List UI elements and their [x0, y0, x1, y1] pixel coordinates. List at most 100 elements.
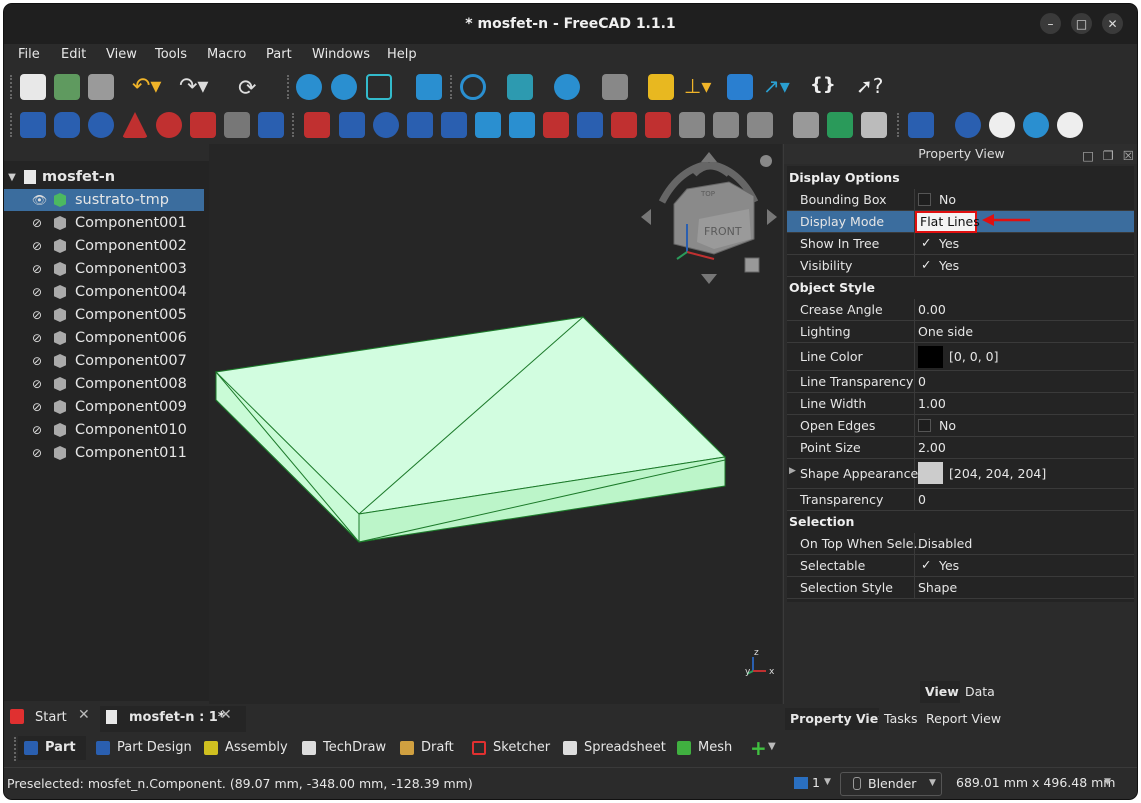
prop-line-color[interactable]: Line Color [0, 0, 0] [787, 343, 1134, 371]
hidden-eye-icon[interactable]: ⊘ [32, 354, 46, 368]
tree-item[interactable]: 👁 sustrato-tmp [4, 189, 204, 211]
tree-item[interactable]: ⊘ Component002 [4, 235, 204, 257]
box-icon[interactable] [20, 112, 46, 138]
view-menu-cube-icon[interactable] [744, 257, 760, 273]
tree-root[interactable]: ▼ mosfet-n [4, 166, 204, 188]
prop-display-mode[interactable]: Display Mode Flat Lines [787, 211, 1134, 233]
tab-tasks[interactable]: Tasks [879, 708, 923, 730]
line-color-swatch[interactable] [918, 346, 943, 368]
group-object-style[interactable]: Object Style [787, 277, 1134, 299]
hidden-eye-icon[interactable]: ⊘ [32, 377, 46, 391]
hidden-eye-icon[interactable]: ⊘ [32, 423, 46, 437]
hidden-eye-icon[interactable]: ⊘ [32, 262, 46, 276]
save-icon[interactable] [88, 74, 114, 100]
tab-data[interactable]: Data [960, 681, 1000, 703]
visible-eye-icon[interactable]: 👁 [32, 193, 47, 207]
tree-item[interactable]: ⊘ Component003 [4, 258, 204, 280]
workbench-spreadsheet[interactable]: Spreadsheet [557, 736, 666, 760]
group-icon[interactable] [727, 74, 753, 100]
hidden-eye-icon[interactable]: ⊘ [32, 400, 46, 414]
measure-distance-icon[interactable] [602, 74, 628, 100]
workbench-assembly[interactable]: Assembly [198, 736, 288, 760]
toolbar-grip[interactable] [450, 75, 454, 99]
group-selection[interactable]: Selection [787, 511, 1134, 533]
shape-builder-icon[interactable] [258, 112, 284, 138]
prop-line-width[interactable]: Line Width 1.00 [787, 393, 1134, 415]
fit-selection-icon[interactable] [331, 74, 357, 100]
navigation-style-select[interactable]: Blender ▼ [840, 772, 942, 796]
cross-section-icon[interactable] [645, 112, 671, 138]
toolbar-grip[interactable] [292, 113, 296, 137]
shape-from-mesh-icon[interactable] [793, 112, 819, 138]
close-button[interactable]: ✕ [1102, 13, 1123, 34]
macro-icon[interactable]: {} [810, 74, 836, 100]
units-dropdown-icon[interactable]: ▼ [1104, 777, 1111, 787]
offset-icon[interactable] [679, 112, 705, 138]
close-panel-icon[interactable]: ☒ [1123, 146, 1134, 166]
prop-line-transparency[interactable]: Line Transparency 0 [787, 371, 1134, 393]
menu-part[interactable]: Part [266, 47, 292, 62]
workbench-techdraw[interactable]: TechDraw [296, 736, 386, 760]
hidden-eye-icon[interactable]: ⊘ [32, 308, 46, 322]
shape-color-swatch[interactable] [918, 462, 943, 484]
tree-item[interactable]: ⊘ Component007 [4, 350, 204, 372]
menu-tools[interactable]: Tools [155, 47, 187, 62]
prop-bounding-box[interactable]: Bounding Box No [787, 189, 1134, 211]
restore-panel-icon[interactable]: ❐ [1103, 146, 1114, 166]
group-display-options[interactable]: Display Options [787, 167, 1134, 189]
boolean-icon[interactable] [955, 112, 981, 138]
prop-selectable[interactable]: Selectable ✓ Yes [787, 555, 1134, 577]
draw-style-icon[interactable] [460, 74, 486, 100]
menu-windows[interactable]: Windows [312, 47, 370, 62]
open-edges-checkbox[interactable] [918, 419, 931, 432]
torus-icon[interactable] [156, 112, 182, 138]
prop-crease-angle[interactable]: Crease Angle 0.00 [787, 299, 1134, 321]
prop-transparency[interactable]: Transparency 0 [787, 489, 1134, 511]
toolbar-grip[interactable] [287, 75, 291, 99]
loft-icon[interactable] [543, 112, 569, 138]
toolbar-grip[interactable] [10, 113, 14, 137]
tab-report-view[interactable]: Report View [921, 708, 1007, 730]
prop-point-size[interactable]: Point Size 2.00 [787, 437, 1134, 459]
std-views-icon[interactable] [507, 74, 533, 100]
checkmark-icon[interactable]: ✓ [921, 257, 931, 272]
fuse-icon[interactable] [1023, 112, 1049, 138]
tree-item[interactable]: ⊘ Component009 [4, 396, 204, 418]
tree-item[interactable]: ⊘ Component011 [4, 442, 204, 464]
collapse-arrow-icon[interactable]: ▼ [4, 172, 20, 183]
link-icon[interactable]: ↗▾ [763, 74, 790, 100]
make-face-icon[interactable] [475, 112, 501, 138]
toolbar-grip[interactable] [10, 75, 14, 99]
prop-show-in-tree[interactable]: Show In Tree ✓ Yes [787, 233, 1134, 255]
datum-icon[interactable]: ⊥▾ [684, 74, 711, 100]
workbench-part-design[interactable]: Part Design [90, 736, 192, 760]
tube-icon[interactable] [190, 112, 216, 138]
view-iso-icon[interactable] [366, 74, 392, 100]
float-panel-icon[interactable]: □ [1082, 146, 1094, 166]
prop-shape-appearance[interactable]: ▶ Shape Appearance [204, 204, 204] [787, 459, 1134, 489]
tab-view[interactable]: View [920, 681, 964, 703]
menu-macro[interactable]: Macro [207, 47, 246, 62]
minimize-button[interactable]: – [1040, 13, 1061, 34]
workbench-draft[interactable]: Draft [394, 736, 454, 760]
tree-item[interactable]: ⊘ Component004 [4, 281, 204, 303]
menu-help[interactable]: Help [387, 47, 417, 62]
bounding-box-checkbox[interactable] [918, 193, 931, 206]
add-workbench-icon[interactable]: + [750, 736, 767, 760]
menu-file[interactable]: File [18, 47, 40, 62]
workbench-mesh[interactable]: Mesh [671, 736, 732, 760]
hidden-eye-icon[interactable]: ⊘ [32, 285, 46, 299]
common-icon[interactable] [1057, 112, 1083, 138]
prop-visibility[interactable]: Visibility ✓ Yes [787, 255, 1134, 277]
cylinder-icon[interactable] [54, 112, 80, 138]
prop-selection-style[interactable]: Selection Style Shape [787, 577, 1134, 599]
section-icon[interactable] [611, 112, 637, 138]
sphere-icon[interactable] [88, 112, 114, 138]
redo-icon[interactable]: ↷▾ [179, 76, 215, 98]
prop-lighting[interactable]: Lighting One side [787, 321, 1134, 343]
hidden-eye-icon[interactable]: ⊘ [32, 331, 46, 345]
tree-item[interactable]: ⊘ Component006 [4, 327, 204, 349]
whats-this-icon[interactable]: ➚? [856, 74, 883, 100]
close-tab-icon[interactable]: ✕ [220, 707, 232, 723]
navigation-cube[interactable]: FRONT TOP [641, 152, 777, 284]
